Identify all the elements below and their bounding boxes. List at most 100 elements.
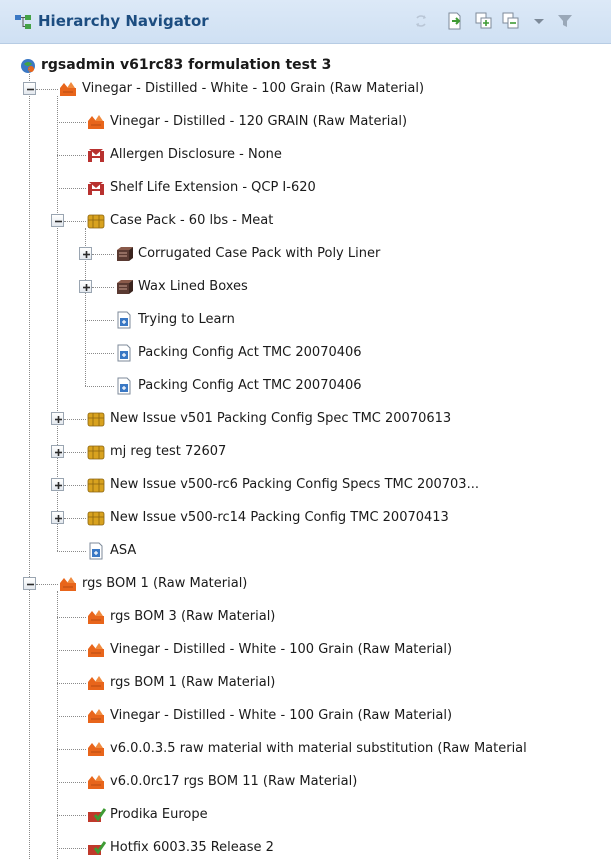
tree-node-label: Packing Config Act TMC 20070406: [138, 345, 362, 360]
tree-guide-line: [57, 188, 86, 189]
tree-node[interactable]: Packing Config Act TMC 20070406: [114, 342, 611, 364]
raw-material-icon: [88, 709, 104, 723]
collapse-toggle[interactable]: [51, 214, 64, 227]
tree-guide-line: [57, 716, 86, 717]
tree-guide-line: [57, 749, 86, 750]
tree-root-label: rgsadmin v61rc83 formulation test 3: [41, 57, 332, 73]
tree-node[interactable]: Packing Config Act TMC 20070406: [114, 375, 611, 397]
packaging-icon: [87, 445, 105, 460]
tree-node[interactable]: Corrugated Case Pack with Poly Liner: [114, 243, 611, 265]
dropdown-arrow-icon[interactable]: [530, 12, 548, 30]
tree-node[interactable]: v6.0.0rc17 rgs BOM 11 (Raw Material): [86, 771, 611, 793]
tree-node-label: Prodika Europe: [110, 807, 208, 822]
tree-root[interactable]: rgsadmin v61rc83 formulation test 3: [18, 55, 418, 77]
tree-node[interactable]: Wax Lined Boxes: [114, 276, 611, 298]
tree-guide-line: [85, 320, 114, 321]
tree-node[interactable]: Prodika Europe: [86, 804, 611, 826]
tree-guide-line: [64, 452, 86, 453]
tree-node[interactable]: Case Pack - 60 lbs - Meat: [86, 210, 611, 232]
tree-node-label: Vinegar - Distilled - White - 100 Grain …: [110, 642, 453, 657]
raw-material-icon: [88, 775, 104, 789]
tree-node-label: rgs BOM 3 (Raw Material): [110, 609, 276, 624]
tree-node[interactable]: Trying to Learn: [114, 309, 611, 331]
approved-item-icon: [88, 808, 106, 822]
tree-guide-line: [29, 68, 30, 859]
tree-guide-line: [64, 485, 86, 486]
collapse-toggle[interactable]: [23, 82, 36, 95]
hierarchy-tree: rgsadmin v61rc83 formulation test 3 Vine…: [0, 44, 611, 859]
tree-guide-line: [85, 353, 114, 354]
approved-item-icon: [88, 841, 106, 855]
tree-guide-line: [64, 518, 86, 519]
panel-title: Hierarchy Navigator: [38, 12, 209, 30]
expand-all-icon[interactable]: [475, 12, 493, 30]
refresh-icon[interactable]: [412, 12, 430, 30]
spec-red-icon: [88, 182, 104, 195]
tree-node[interactable]: Vinegar - Distilled - White - 100 Grain …: [86, 639, 611, 661]
tree-node-label: New Issue v500-rc14 Packing Config TMC 2…: [110, 510, 449, 525]
config-doc-icon: [117, 377, 131, 395]
packaging-icon: [87, 478, 105, 493]
expand-toggle[interactable]: [79, 280, 92, 293]
collapse-toggle[interactable]: [23, 577, 36, 590]
tree-guide-line: [57, 617, 86, 618]
filter-icon[interactable]: [556, 12, 574, 30]
tree-node-label: rgs BOM 1 (Raw Material): [82, 576, 248, 591]
expand-toggle[interactable]: [51, 478, 64, 491]
tree-node[interactable]: Vinegar - Distilled - White - 100 Grain …: [86, 705, 611, 727]
raw-material-icon: [88, 676, 104, 690]
tree-guide-line: [57, 591, 58, 859]
tree-node[interactable]: rgs BOM 1 (Raw Material): [86, 672, 611, 694]
packaging-icon: [87, 412, 105, 427]
raw-material-icon: [60, 82, 76, 96]
tree-node[interactable]: Vinegar - Distilled - White - 100 Grain …: [58, 78, 611, 100]
tree-node-label: Vinegar - Distilled - 120 GRAIN (Raw Mat…: [110, 114, 408, 129]
expand-toggle[interactable]: [51, 412, 64, 425]
packaging-icon: [87, 511, 105, 526]
tree-guide-line: [92, 287, 114, 288]
tree-node-label: v6.0.0rc17 rgs BOM 11 (Raw Material): [110, 774, 358, 789]
expand-toggle[interactable]: [51, 511, 64, 524]
tree-guide-line: [92, 254, 114, 255]
tree-node-label: Vinegar - Distilled - White - 100 Grain …: [110, 708, 453, 723]
tree-node[interactable]: New Issue v501 Packing Config Spec TMC 2…: [86, 408, 611, 430]
hierarchy-icon: [15, 15, 31, 29]
tree-node-label: Packing Config Act TMC 20070406: [138, 378, 362, 393]
collapse-all-icon[interactable]: [502, 12, 520, 30]
tree-guide-line: [57, 122, 86, 123]
tree-node[interactable]: Hotfix 6003.35 Release 2: [86, 837, 611, 859]
tree-node[interactable]: rgs BOM 3 (Raw Material): [86, 606, 611, 628]
raw-material-icon: [88, 115, 104, 129]
export-icon[interactable]: [446, 12, 464, 30]
tree-node[interactable]: rgs BOM 1 (Raw Material): [58, 573, 611, 595]
config-doc-icon: [117, 344, 131, 362]
tree-guide-line: [57, 155, 86, 156]
tree-node[interactable]: Shelf Life Extension - QCP I-620: [86, 177, 611, 199]
tree-node-label: New Issue v501 Packing Config Spec TMC 2…: [110, 411, 452, 426]
tree-guide-line: [85, 386, 114, 387]
expand-toggle[interactable]: [79, 247, 92, 260]
tree-node-label: Vinegar - Distilled - White - 100 Grain …: [82, 81, 425, 96]
tree-guide-line: [36, 584, 58, 585]
tree-node[interactable]: ASA: [86, 540, 611, 562]
expand-toggle[interactable]: [51, 445, 64, 458]
tree-node[interactable]: Allergen Disclosure - None: [86, 144, 611, 166]
hierarchy-navigator-panel: Hierarchy Navigator rgsadmin v61rc83 for…: [0, 0, 611, 859]
tree-node-label: Corrugated Case Pack with Poly Liner: [138, 246, 381, 261]
tree-node-label: Wax Lined Boxes: [138, 279, 248, 294]
tree-node[interactable]: New Issue v500-rc6 Packing Config Specs …: [86, 474, 611, 496]
raw-material-icon: [60, 577, 76, 591]
tree-node-label: Shelf Life Extension - QCP I-620: [110, 180, 316, 195]
tree-guide-line: [64, 221, 86, 222]
tree-node-label: mj reg test 72607: [110, 444, 227, 459]
tree-node[interactable]: Vinegar - Distilled - 120 GRAIN (Raw Mat…: [86, 111, 611, 133]
tree-node-label: rgs BOM 1 (Raw Material): [110, 675, 276, 690]
tree-node[interactable]: New Issue v500-rc14 Packing Config TMC 2…: [86, 507, 611, 529]
tree-node-label: New Issue v500-rc6 Packing Config Specs …: [110, 477, 479, 492]
raw-material-icon: [88, 610, 104, 624]
tree-node[interactable]: mj reg test 72607: [86, 441, 611, 463]
tree-node[interactable]: v6.0.0.3.5 raw material with material su…: [86, 738, 611, 760]
formulation-icon: [21, 59, 35, 73]
tree-node-label: Hotfix 6003.35 Release 2: [110, 840, 274, 855]
tree-guide-line: [57, 551, 86, 552]
